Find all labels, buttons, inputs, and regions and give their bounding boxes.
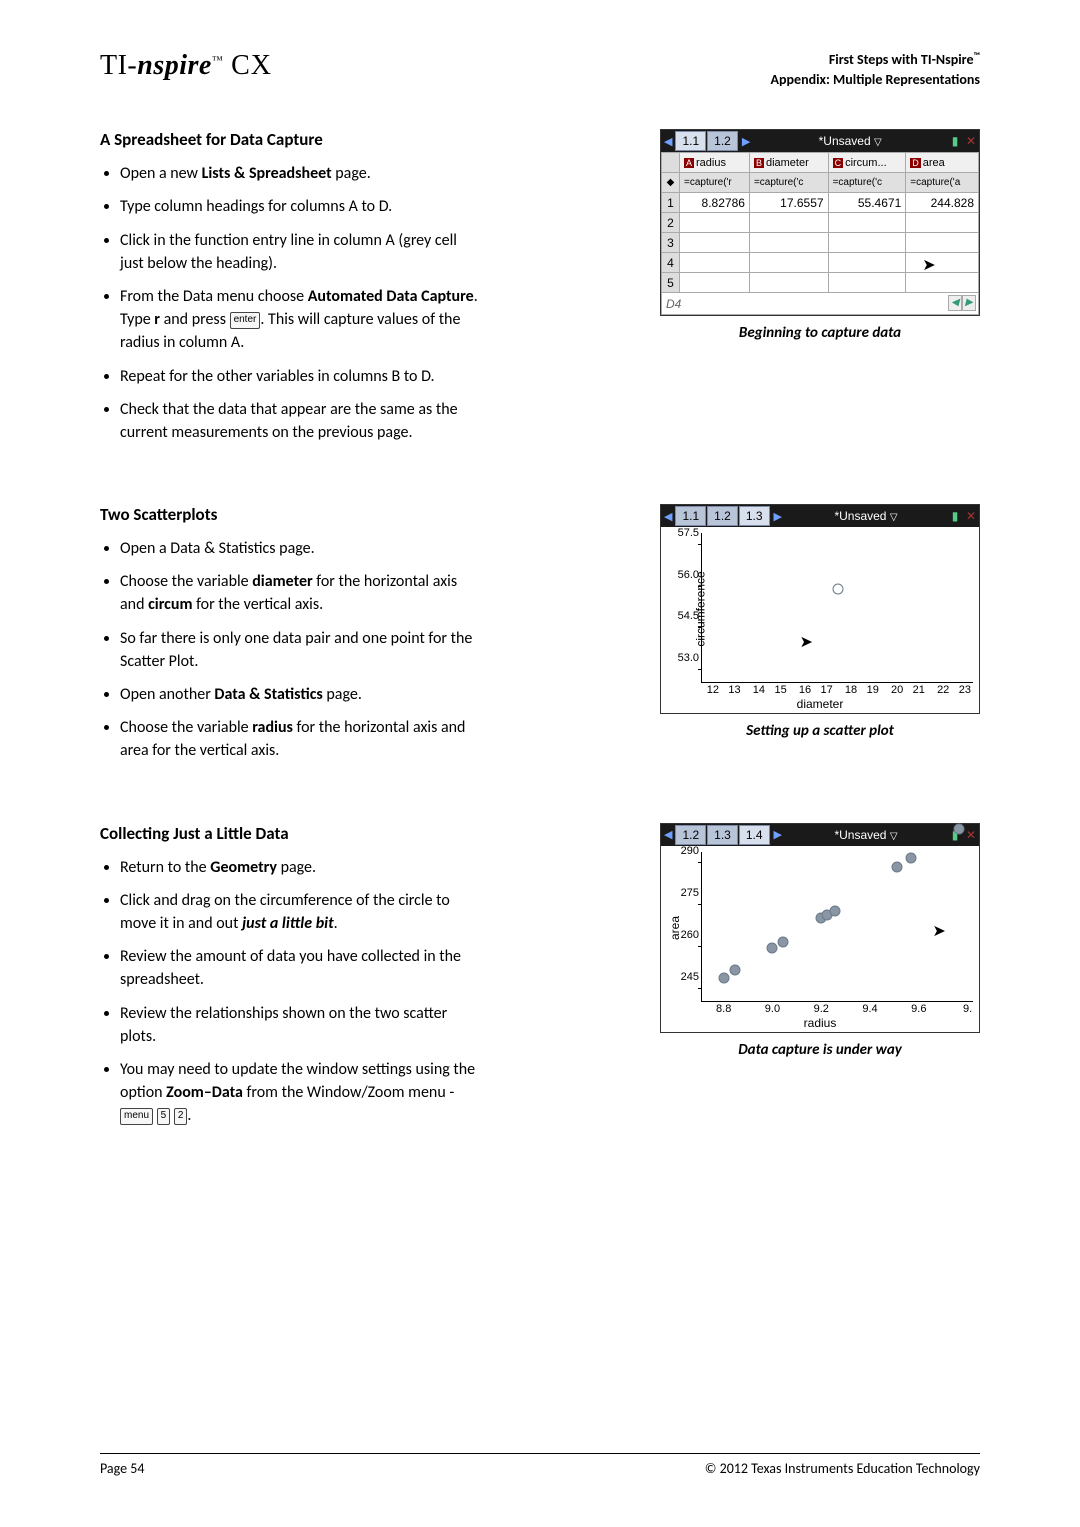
list-item: Choose the variable diameter for the hor…: [120, 570, 480, 616]
nav-left-icon[interactable]: ◀: [661, 510, 675, 523]
list-item: Check that the data that appear are the …: [120, 398, 480, 444]
header-tm: ™: [974, 50, 980, 61]
dropdown-icon[interactable]: ▽: [890, 831, 898, 842]
tab[interactable]: 1.2: [707, 131, 738, 151]
logo-cx: CX: [223, 50, 272, 81]
plot-area[interactable]: 53.0 54.5 56.0 57.5 12 13 14 15 16 17 18…: [701, 533, 973, 683]
page-number: Page 54: [100, 1460, 144, 1477]
nav-left-icon[interactable]: ◀: [661, 135, 675, 148]
logo-tm: ™: [212, 55, 223, 67]
section3-list: Return to the Geometry page. Click and d…: [100, 856, 480, 1128]
logo-ti: TI-: [100, 50, 137, 81]
scatterplot-1: ◀ 1.1 1.2 1.3 ▶ *Unsaved ▽ ▮ ✕ circumfer…: [660, 504, 980, 714]
section-collecting: Collecting Just a Little Data Return to …: [100, 823, 980, 1138]
spreadsheet-screenshot: ◀ 1.1 1.2 ▶ *Unsaved ▽ ▮ ✕ Aradius Bdiam…: [660, 129, 980, 316]
cell-reference: D4: [666, 297, 681, 311]
data-point[interactable]: [767, 942, 778, 953]
page-right-icon[interactable]: ▶: [962, 295, 976, 311]
page-footer: Page 54 © 2012 Texas Instruments Educati…: [100, 1453, 980, 1477]
plot-area[interactable]: 245 260 275 290 8.8 9.0 9.2 9.4 9.6 9.: [701, 852, 973, 1002]
cursor-icon: ➤: [800, 632, 813, 652]
window-titlebar: ◀ 1.1 1.2 ▶ *Unsaved ▽ ▮ ✕: [661, 130, 979, 152]
doc-title: *Unsaved: [834, 509, 886, 523]
list-item: So far there is only one data pair and o…: [120, 627, 480, 673]
list-item: Review the relationships shown on the tw…: [120, 1002, 480, 1048]
section2-heading: Two Scatterplots: [100, 504, 480, 525]
figure-caption: Data capture is under way: [660, 1041, 980, 1059]
tab[interactable]: 1.1: [675, 506, 706, 526]
cursor-icon: ➤: [922, 255, 935, 275]
list-item: You may need to update the window settin…: [120, 1058, 480, 1128]
list-item: Open a Data & Statistics page.: [120, 537, 480, 560]
tab[interactable]: 1.2: [707, 506, 738, 526]
list-item: From the Data menu choose Automated Data…: [120, 285, 480, 355]
five-key: 5: [157, 1108, 171, 1125]
data-point[interactable]: [729, 965, 740, 976]
enter-key: enter: [230, 312, 261, 329]
logo-nspire: nspire: [137, 50, 212, 81]
dropdown-icon[interactable]: ▽: [874, 137, 882, 148]
x-axis-label[interactable]: diameter: [797, 697, 844, 711]
list-item: Repeat for the other variables in column…: [120, 365, 480, 388]
nav-right-icon[interactable]: ▶: [771, 828, 785, 841]
nav-right-icon[interactable]: ▶: [771, 510, 785, 523]
close-icon[interactable]: ✕: [963, 509, 979, 523]
doc-title: *Unsaved: [819, 134, 871, 148]
list-item: Choose the variable radius for the horiz…: [120, 716, 480, 762]
cursor-icon: ➤: [932, 921, 945, 941]
data-point[interactable]: [829, 905, 840, 916]
list-item: Open a new Lists & Spreadsheet page.: [120, 162, 480, 185]
tab[interactable]: 1.2: [675, 825, 706, 845]
tab[interactable]: 1.3: [739, 506, 770, 526]
data-point[interactable]: [954, 823, 965, 834]
dropdown-icon[interactable]: ▽: [890, 512, 898, 523]
data-point[interactable]: [832, 584, 843, 595]
figure-caption: Setting up a scatter plot: [660, 722, 980, 740]
spreadsheet-table[interactable]: Aradius Bdiameter Ccircum... Darea ◆=cap…: [661, 152, 979, 315]
data-point[interactable]: [778, 936, 789, 947]
close-icon[interactable]: ✕: [963, 134, 979, 148]
data-point[interactable]: [905, 853, 916, 864]
section1-heading: A Spreadsheet for Data Capture: [100, 129, 480, 150]
page-left-icon[interactable]: ◀: [948, 295, 962, 311]
copyright: © 2012 Texas Instruments Education Techn…: [705, 1460, 980, 1477]
list-item: Click in the function entry line in colu…: [120, 229, 480, 275]
header-title: First Steps with TI-Nspire: [829, 51, 974, 68]
list-item: Open another Data & Statistics page.: [120, 683, 480, 706]
figure-caption: Beginning to capture data: [660, 324, 980, 342]
data-point[interactable]: [892, 862, 903, 873]
close-icon[interactable]: ✕: [963, 828, 979, 842]
x-axis-label[interactable]: radius: [804, 1016, 837, 1030]
brand-logo: TI-nspire™ CX: [100, 50, 272, 82]
data-point[interactable]: [718, 972, 729, 983]
section-scatterplots: Two Scatterplots Open a Data & Statistic…: [100, 504, 980, 773]
list-item: Click and drag on the circumference of t…: [120, 889, 480, 935]
two-key: 2: [174, 1108, 188, 1125]
doc-title: *Unsaved: [834, 828, 886, 842]
section3-heading: Collecting Just a Little Data: [100, 823, 480, 844]
header-subtitle: Appendix: Multiple Representations: [771, 70, 980, 90]
list-item: Review the amount of data you have colle…: [120, 945, 480, 991]
list-item: Type column headings for columns A to D.: [120, 195, 480, 218]
battery-icon: ▮: [947, 134, 963, 148]
section1-list: Open a new Lists & Spreadsheet page. Typ…: [100, 162, 480, 444]
nav-right-icon[interactable]: ▶: [739, 135, 753, 148]
section2-list: Open a Data & Statistics page. Choose th…: [100, 537, 480, 763]
tab[interactable]: 1.3: [707, 825, 738, 845]
menu-key: menu: [120, 1108, 153, 1125]
header-right: First Steps with TI-Nspire™ Appendix: Mu…: [771, 50, 980, 89]
section-spreadsheet: A Spreadsheet for Data Capture Open a ne…: [100, 129, 980, 454]
page-header: TI-nspire™ CX First Steps with TI-Nspire…: [100, 50, 980, 89]
scatterplot-2: ◀ 1.2 1.3 1.4 ▶ *Unsaved ▽ ▮ ✕ area radi…: [660, 823, 980, 1033]
list-item: Return to the Geometry page.: [120, 856, 480, 879]
tab[interactable]: 1.4: [739, 825, 770, 845]
tab[interactable]: 1.1: [675, 131, 706, 151]
battery-icon: ▮: [947, 509, 963, 523]
nav-left-icon[interactable]: ◀: [661, 828, 675, 841]
